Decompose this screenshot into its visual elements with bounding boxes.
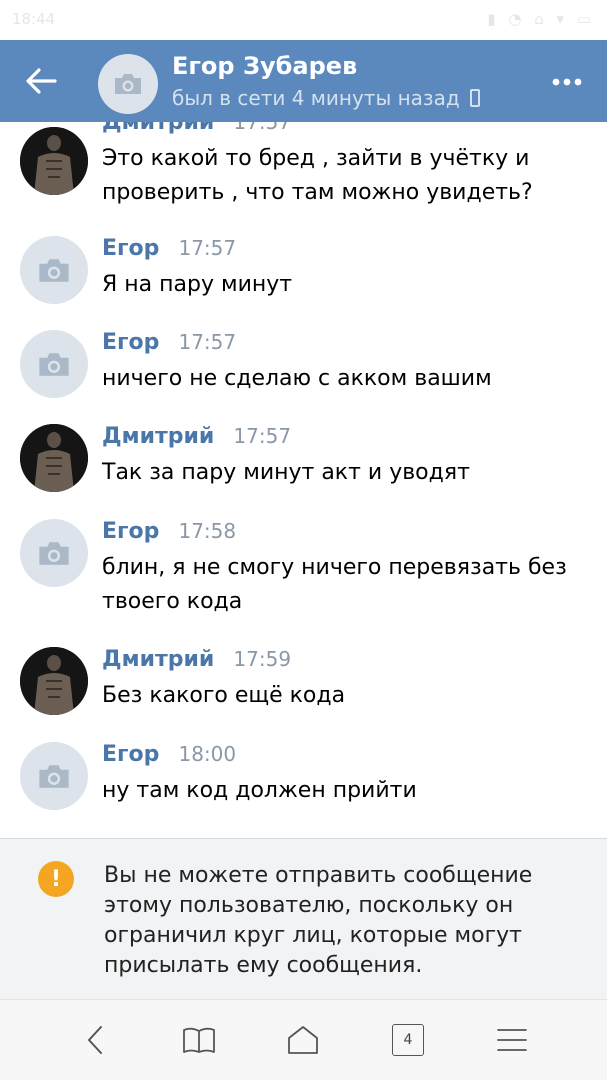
avatar-photo [20, 647, 88, 715]
avatar-photo [20, 424, 88, 492]
message-list[interactable]: Дмитрий 17:57 Это какой то бред , зайти … [0, 122, 607, 838]
nav-tabs-button[interactable]: 4 [386, 1018, 430, 1062]
message-header: Егор 17:57 [102, 330, 236, 355]
status-icons: ▮ ◔ ⌂ ▾ ▭ [487, 10, 595, 28]
avatar-photo [20, 127, 88, 195]
message-time: 17:58 [178, 519, 237, 543]
menu-icon [497, 1029, 527, 1051]
back-icon [88, 1026, 102, 1054]
message-author[interactable]: Дмитрий [102, 424, 214, 449]
message-text: блин, я не смогу ничего перевязать без т… [102, 555, 567, 614]
message-time: 17:59 [233, 647, 292, 671]
message-author[interactable]: Егор [102, 519, 159, 544]
avatar[interactable] [20, 519, 88, 587]
message-header: Дмитрий 17:57 [102, 424, 291, 449]
mobile-phone-icon [469, 89, 480, 107]
message-text: Я на пару минут [102, 272, 293, 297]
message-text: ничего не сделаю с акком вашим [102, 366, 492, 391]
message-author[interactable]: Егор [102, 236, 159, 261]
message-text: Так за пару минут акт и уводят [102, 460, 470, 485]
header-avatar[interactable] [98, 54, 158, 114]
message-time: 17:57 [233, 424, 292, 448]
message-time: 17:57 [233, 122, 292, 134]
message-author[interactable]: Дмитрий [102, 647, 214, 672]
camera-icon [39, 764, 69, 788]
nav-back-button[interactable] [73, 1018, 117, 1062]
message-author[interactable]: Егор [102, 742, 159, 767]
cannot-send-notice: ! Вы не можете отправить сообщение этому… [0, 839, 607, 999]
avatar[interactable] [20, 127, 88, 195]
home-icon [288, 1026, 318, 1054]
message-text: ну там код должен прийти [102, 778, 417, 803]
camera-icon [39, 258, 69, 282]
message-time: 18:00 [178, 742, 237, 766]
message-header: Егор 17:57 [102, 236, 236, 261]
message-header: Дмитрий 17:59 [102, 647, 291, 672]
message-author[interactable]: Егор [102, 330, 159, 355]
avatar[interactable] [20, 742, 88, 810]
message-author[interactable]: Дмитрий [102, 122, 214, 135]
contact-name[interactable]: Егор Зубарев [172, 52, 357, 80]
tabs-icon: 4 [392, 1024, 424, 1056]
status-time: 18:44 [12, 10, 56, 28]
arrow-left-icon [26, 68, 57, 94]
message-header: Егор 17:58 [102, 519, 236, 544]
nav-home-button[interactable] [281, 1018, 325, 1062]
avatar[interactable] [20, 647, 88, 715]
message-header: Егор 18:00 [102, 742, 236, 767]
message-text: Без какого ещё кода [102, 683, 346, 708]
camera-icon [115, 74, 141, 94]
nav-menu-button[interactable] [490, 1018, 534, 1062]
avatar[interactable] [20, 424, 88, 492]
avatar[interactable] [20, 236, 88, 304]
last-seen-text: был в сети 4 минуты назад [172, 86, 460, 110]
notice-text: Вы не можете отправить сообщение этому п… [104, 863, 533, 978]
message-text: Это какой то бред , зайти в учётку и про… [102, 146, 533, 205]
message-header: Дмитрий 17:57 [102, 122, 291, 135]
camera-icon [39, 541, 69, 565]
browser-nav-bar: 4 [0, 999, 607, 1080]
chat-header: Егор Зубарев был в сети 4 минуты назад [0, 40, 607, 122]
more-button[interactable] [546, 62, 588, 102]
nav-bookmarks-button[interactable] [177, 1018, 221, 1062]
bookmarks-icon [183, 1027, 215, 1053]
avatar[interactable] [20, 330, 88, 398]
more-dots-icon [552, 78, 582, 86]
message-time: 17:57 [178, 236, 237, 260]
message-time: 17:57 [178, 330, 237, 354]
status-bar: 18:44 ▮ ◔ ⌂ ▾ ▭ [0, 0, 607, 40]
last-seen-status: был в сети 4 минуты назад [172, 86, 480, 110]
warning-icon: ! [38, 861, 74, 897]
back-button[interactable] [20, 60, 62, 102]
camera-icon [39, 352, 69, 376]
